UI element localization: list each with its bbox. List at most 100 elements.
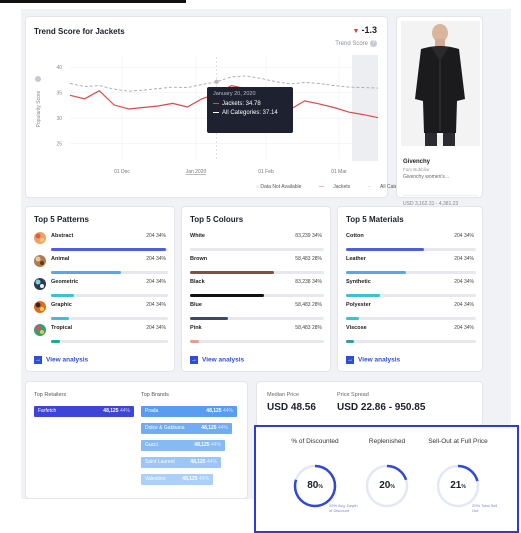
y-tick-label: 35 [56,91,62,97]
brand-value-num: 48,125 [194,442,210,448]
patterns-row[interactable]: Tropical 204 34% [34,323,168,345]
metric-value-num: 21 [450,480,462,491]
colours-row[interactable]: White 83,239 34% [190,231,324,253]
materials-row[interactable]: Polyester 204 34% [346,300,476,322]
materials-row[interactable]: Leather 204 34% [346,254,476,276]
trend-score-label: Trend Score? [335,40,377,47]
colours-row-fill [190,317,228,320]
patterns-row-value: 204 34% [146,256,166,262]
retailer-bar[interactable]: Farfetch 48,125 44% [34,406,134,417]
brand-value: 48,125 44% [201,423,228,434]
no-data-region [352,55,378,161]
patterns-row-track [51,340,168,343]
metric-value-unit: % [318,484,323,490]
brand-value-pct: 44% [222,408,233,414]
patterns-row-value: 204 34% [146,279,166,285]
trend-delta-value: -1.3 [361,25,377,35]
colours-row-track [190,271,324,274]
materials-row-fill [346,271,406,274]
materials-row-track [346,294,476,297]
top-brands-label: Top Brands [141,392,169,398]
patterns-row-fill [51,248,166,251]
materials-row-fill [346,294,380,297]
x-tick-label: 01 Mar [331,169,347,175]
tooltip-all-text: All Categories: 37.14 [222,110,278,116]
materials-row[interactable]: Viscose 204 34% [346,323,476,345]
colours-row[interactable]: Blue 58,483 28% [190,300,324,322]
colours-row-value: 83,239 34% [295,233,322,239]
colours-row-track [190,317,324,320]
brand-value-num: 48,125 [201,425,217,431]
arrow-right-icon: → [34,356,42,364]
price-spread-label: Price Spread [337,392,369,398]
colours-row-label: Brown [190,256,208,262]
colours-row-label: White [190,233,205,239]
materials-row-value: 204 34% [454,256,474,262]
top-materials-card: Top 5 Materials Cotton 204 34% Leather 204 … [337,206,483,372]
metric-value-unit: % [461,484,466,490]
legend-jackets[interactable]: — Jackets [319,184,358,190]
y-tick-label: 25 [56,142,62,148]
info-icon[interactable] [35,76,41,82]
metric-title: Replenished [368,438,406,445]
colours-row-label: Pink [190,325,202,331]
materials-title: Top 5 Materials [346,215,404,224]
patterns-view-analysis-link[interactable]: → View analysis [34,356,88,364]
patterns-row-label: Tropical [51,325,73,331]
materials-row-value: 204 34% [454,302,474,308]
patterns-row[interactable]: Graphic 204 34% [34,300,168,322]
x-tick-label: Jan 2020 [186,169,207,175]
materials-row[interactable]: Cotton 204 34% [346,231,476,253]
colours-title: Top 5 Colours [190,215,244,224]
colours-view-analysis-link[interactable]: → View analysis [190,356,244,364]
patterns-row-label: Geometric [51,279,79,285]
brand-value-num: 48,125 [206,408,222,414]
brand-bar[interactable]: Saint Laurent 48,125 44% [141,457,221,468]
product-description: Givenchy women's... [403,174,449,180]
materials-row-track [346,248,476,251]
colours-row[interactable]: Brown 58,483 28% [190,254,324,276]
brand-name: Gucci [145,442,158,448]
colours-row-fill [190,340,200,343]
patterns-row[interactable]: Abstract 204 34% [34,231,168,253]
colours-row[interactable]: Pink 58,483 28% [190,323,324,345]
brand-bar[interactable]: Valentino 48,125 44% [141,474,213,485]
materials-row[interactable]: Synthetic 204 34% [346,277,476,299]
colours-row-fill [190,294,264,297]
patterns-row[interactable]: Animal 204 34% [34,254,168,276]
patterns-row[interactable]: Geometric 204 34% [34,277,168,299]
brand-name: Saint Laurent [145,459,175,465]
brand-bar[interactable]: Gucci 48,125 44% [141,440,225,451]
trend-title: Trend Score for Jackets [34,27,125,36]
materials-row-label: Cotton [346,233,364,239]
materials-row-track [346,340,476,343]
brand-bar[interactable]: Prada 48,125 44% [141,406,237,417]
tropical-pattern-icon [34,323,46,336]
colours-row[interactable]: Black 83,238 34% [190,277,324,299]
brand-value-pct: 44% [217,425,228,431]
x-tick-label: 01 Dec [114,169,130,175]
legend-na[interactable]: ◌ Data Not Available [256,184,309,190]
help-icon[interactable]: ? [370,40,377,47]
arrow-right-icon: → [346,356,354,364]
top-patterns-card: Top 5 Patterns Abstract 204 34% Animal 204 … [25,206,175,372]
tooltip-date: January 20, 2020 [213,91,256,97]
materials-row-value: 204 34% [454,325,474,331]
price-card: Median Price USD 48.56 Price Spread USD … [256,381,483,426]
colours-row-value: 58,483 28% [295,325,322,331]
colours-row-value: 58,483 28% [295,256,322,262]
materials-view-analysis-link[interactable]: → View analysis [346,356,400,364]
colours-row-track [190,340,324,343]
retailer-name: Farfetch [38,408,57,414]
x-tick-label: 01 Feb [258,169,274,175]
hover-point-all [214,79,219,84]
product-card[interactable]: Givenchy Fom Bubblior Givenchy women's..… [396,16,483,207]
metric-value: 20% [357,480,417,491]
brand-value: 48,125 44% [190,457,217,468]
brand-bar[interactable]: Dolce & Gabbana 48,125 44% [141,423,232,434]
patterns-row-track [51,248,168,251]
product-image[interactable] [401,21,480,146]
product-sub: Fom Bubblior [403,167,430,172]
patterns-title: Top 5 Patterns [34,215,89,224]
arrow-right-icon: → [190,356,198,364]
